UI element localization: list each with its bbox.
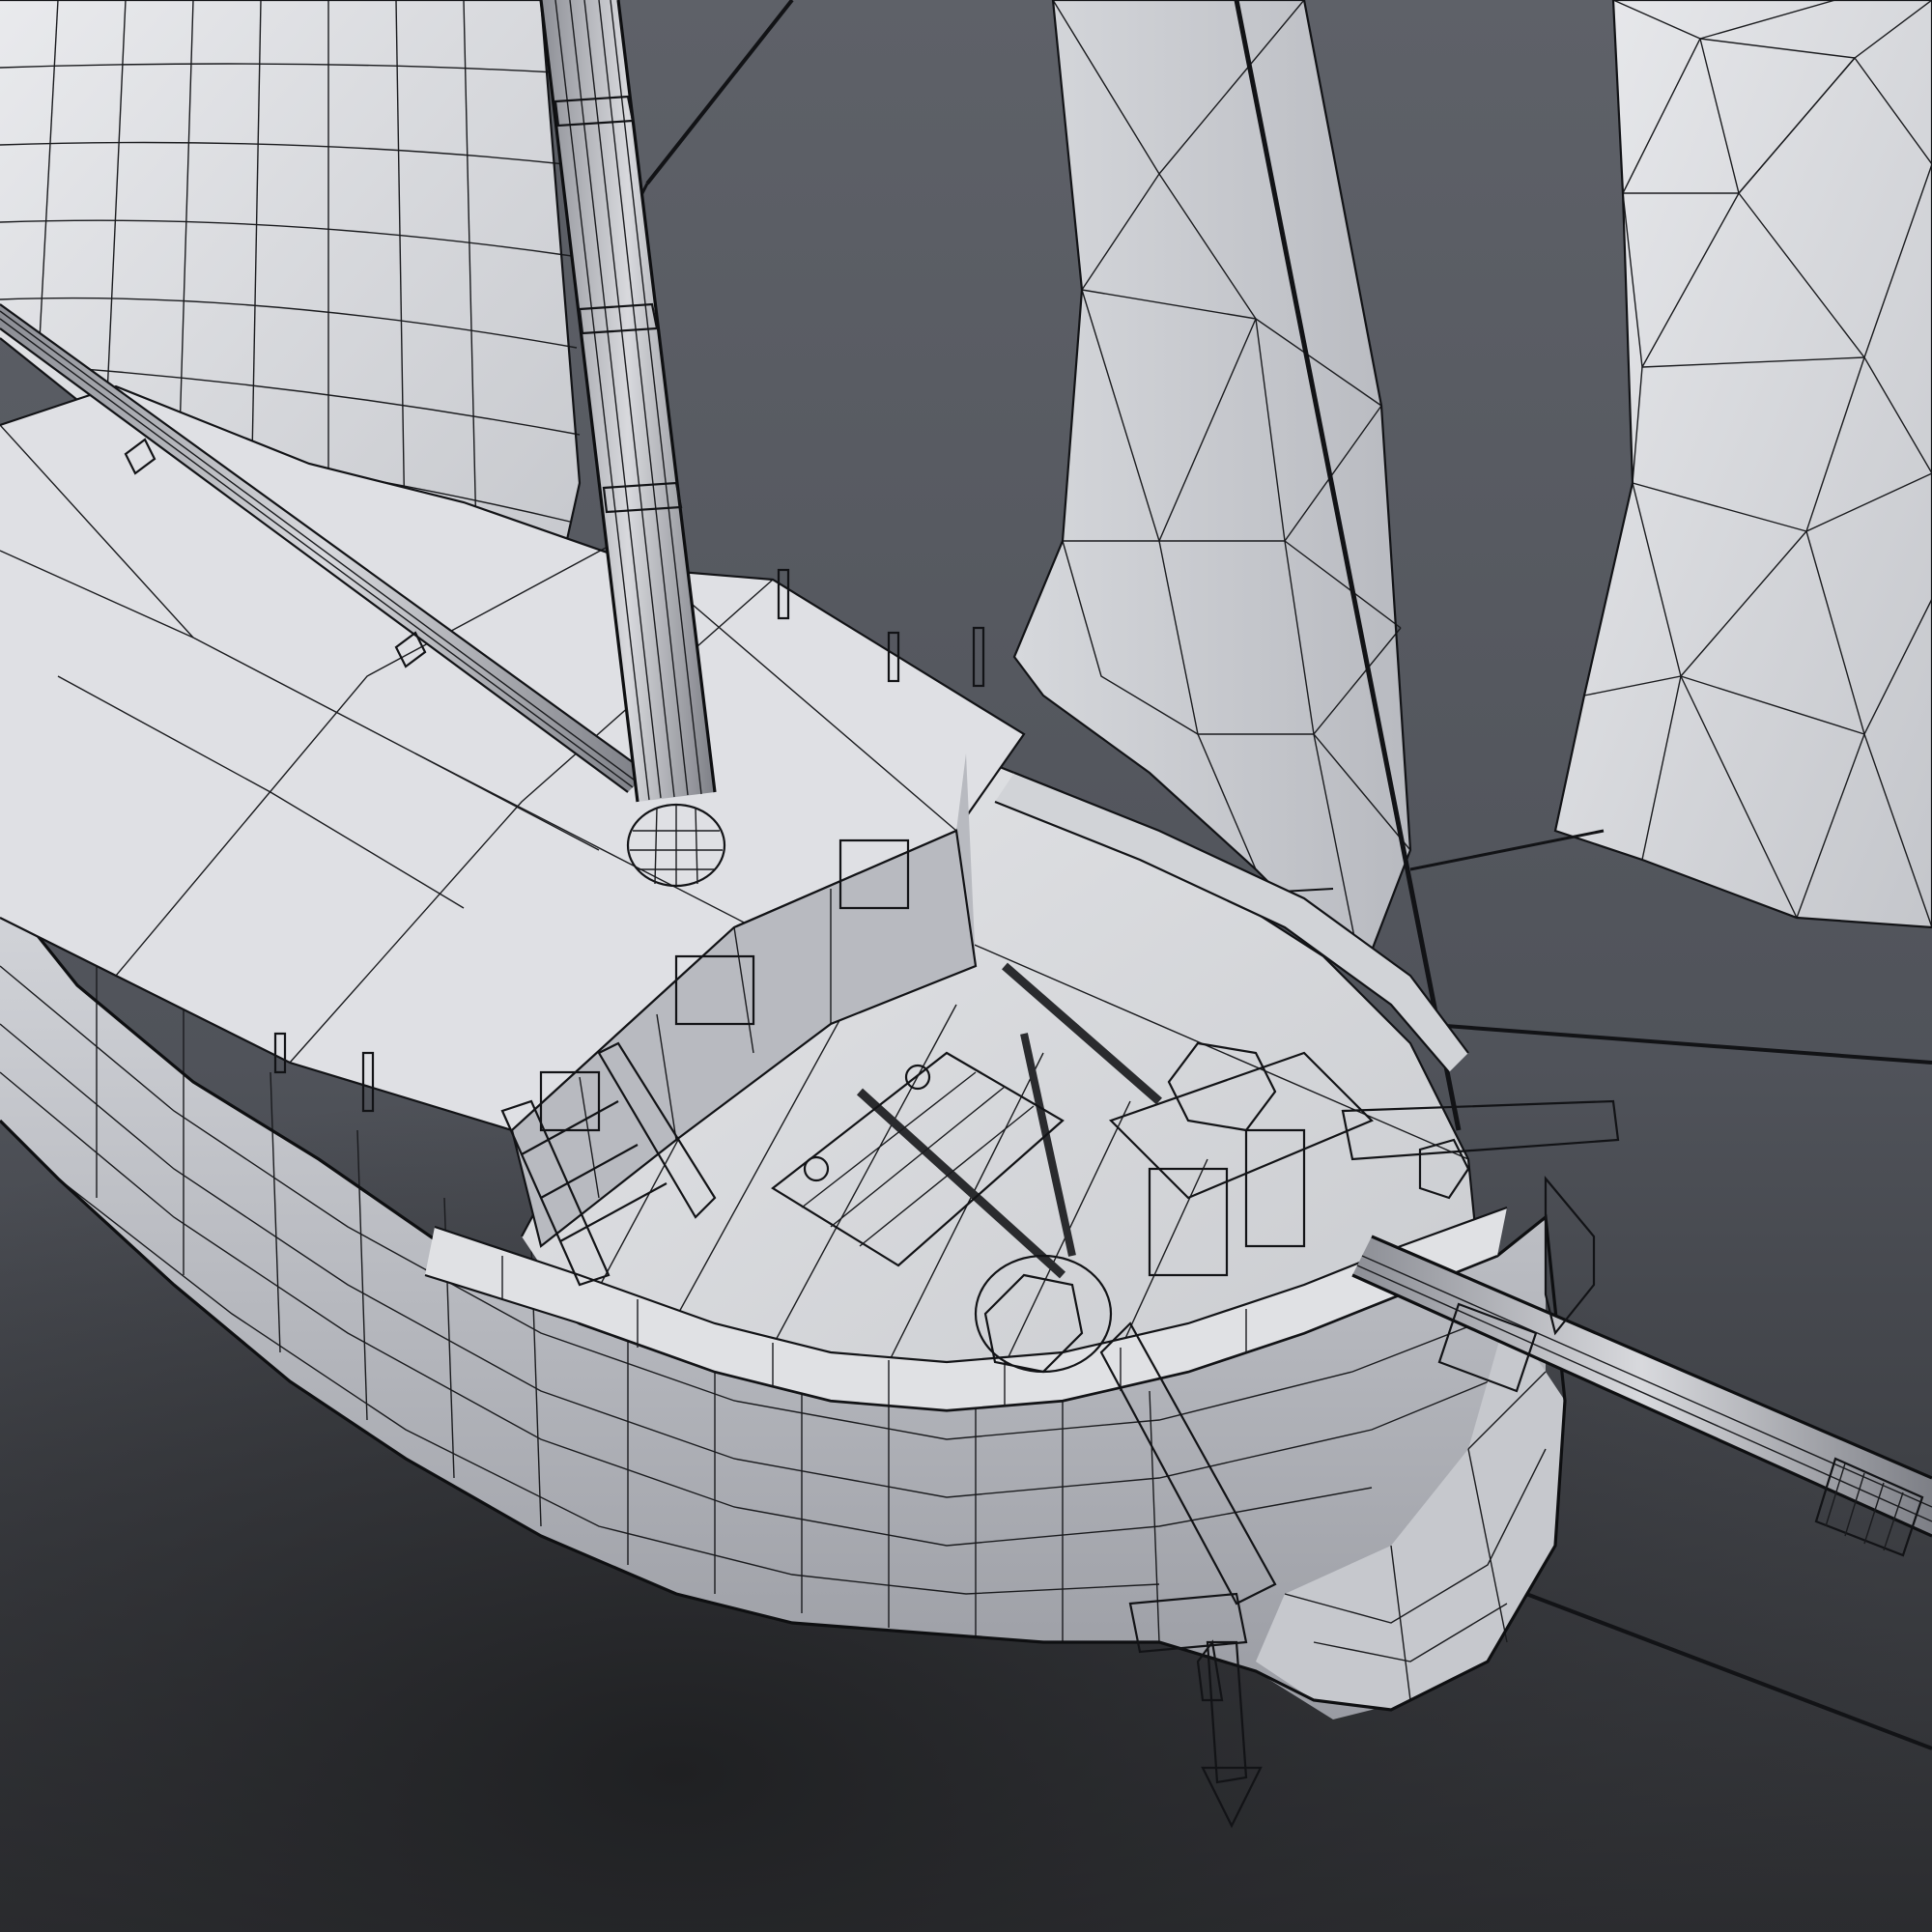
viewport xyxy=(0,0,1932,1932)
wireframe-render xyxy=(0,0,1932,1932)
